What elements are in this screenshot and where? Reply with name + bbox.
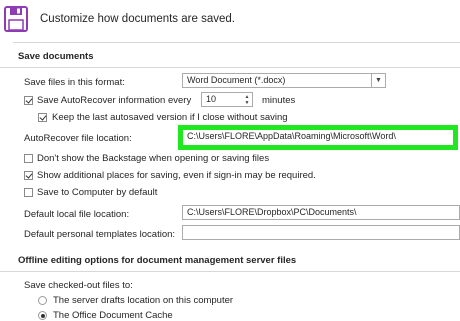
page-title: Customize how documents are saved. [40,13,235,25]
save-to-computer-label: Save to Computer by default [37,187,158,198]
autorecover-location-label: AutoRecover file location: [24,133,132,144]
spinner-icon[interactable]: ▲ ▼ [242,93,252,106]
default-templates-field[interactable] [182,225,460,240]
keep-last-checkbox[interactable] [38,113,47,122]
format-value: Word Document (*.docx) [187,75,286,85]
default-local-field[interactable]: C:\Users\FLORE\Dropbox\PC\Documents\ [182,205,460,220]
default-local-value: C:\Users\FLORE\Dropbox\PC\Documents\ [187,207,357,217]
radio-server-drafts[interactable] [38,296,47,305]
divider [0,271,460,272]
divider [13,42,460,43]
save-to-computer-checkbox[interactable] [24,188,33,197]
checked-out-label: Save checked-out files to: [24,280,133,291]
radio-server-drafts-label: The server drafts location on this compu… [53,295,234,306]
format-label: Save files in this format: [24,77,125,88]
autorecover-location-value: C:\Users\FLORE\AppData\Roaming\Microsoft… [187,131,396,141]
minutes-label: minutes [262,95,296,106]
show-additional-checkbox[interactable] [24,171,33,180]
autorecover-location-field[interactable]: C:\Users\FLORE\AppData\Roaming\Microsoft… [183,130,453,145]
divider [0,67,460,68]
autorecover-minutes-stepper[interactable]: 10 ▲ ▼ [201,92,253,107]
radio-office-cache[interactable] [38,311,47,320]
keep-last-label: Keep the last autosaved version if I clo… [52,112,288,123]
autorecover-label: Save AutoRecover information every [37,95,192,106]
radio-office-cache-label: The Office Document Cache [53,310,173,321]
default-local-label: Default local file location: [24,209,130,220]
autorecover-minutes-value: 10 [206,94,217,104]
default-templates-label: Default personal templates location: [24,229,176,240]
dont-show-backstage-checkbox[interactable] [24,154,33,163]
section-title-save-documents: Save documents [18,51,94,62]
show-additional-label: Show additional places for saving, even … [37,170,316,181]
format-dropdown[interactable]: Word Document (*.docx) ▼ [182,73,386,88]
save-icon [4,6,28,32]
autorecover-checkbox[interactable] [24,96,33,105]
section-title-offline: Offline editing options for document man… [18,255,297,266]
dont-show-backstage-label: Don't show the Backstage when opening or… [37,153,270,164]
chevron-down-icon[interactable]: ▼ [371,74,385,87]
